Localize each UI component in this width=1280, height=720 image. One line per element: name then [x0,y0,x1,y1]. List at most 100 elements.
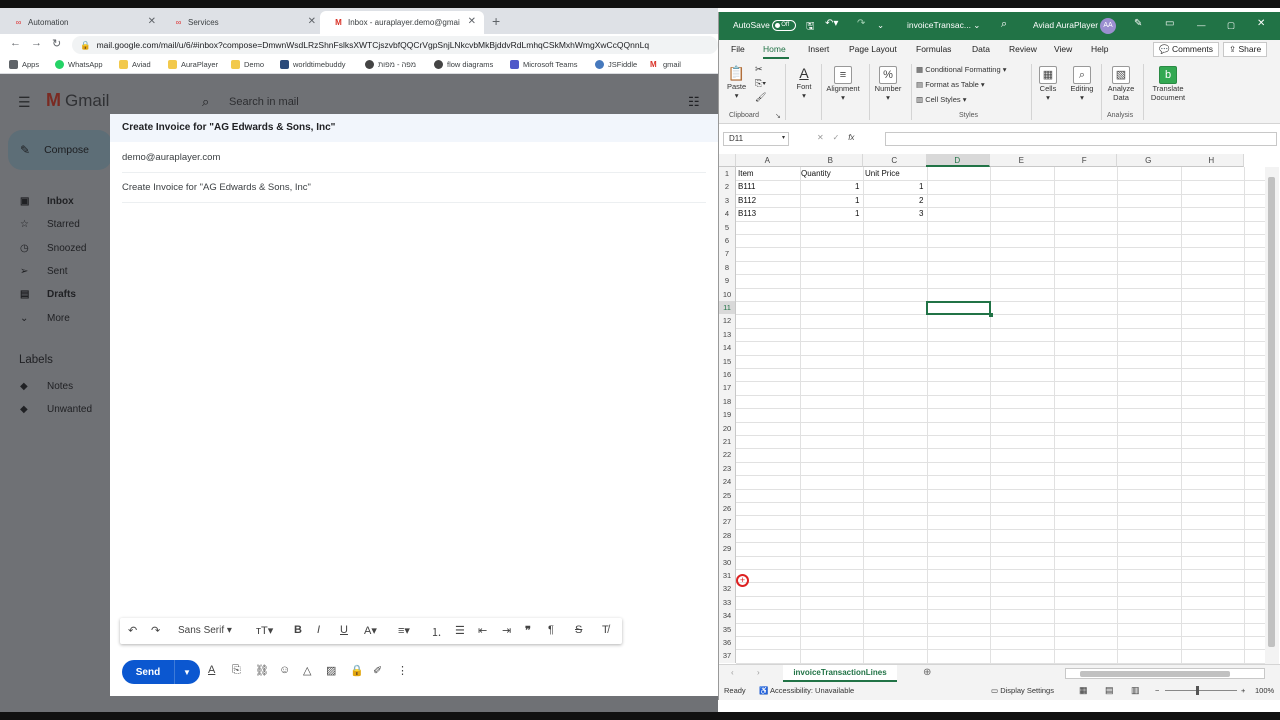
row-header-18[interactable]: 18 [719,394,736,409]
row-header-20[interactable]: 20 [719,421,736,435]
drive-icon[interactable]: △ [303,664,311,677]
search-icon[interactable]: ⌕ [1001,18,1007,31]
nav-item-more[interactable]: ⌄ More [20,313,70,324]
page-layout-view-icon[interactable]: ▤ [1105,685,1114,696]
column-header-d[interactable]: D [926,154,990,167]
row-header-24[interactable]: 24 [719,475,736,489]
scrollbar-thumb[interactable] [1080,671,1230,677]
emoji-icon[interactable]: ☺ [279,664,290,676]
sheet-tab[interactable]: invoiceTransactionLines [783,665,897,682]
indent-less-icon[interactable]: ⇤ [478,624,487,637]
tab-page-layout[interactable]: Page Layout [849,44,897,54]
autosave-control[interactable]: AutoSave Off [733,20,797,32]
formula-input[interactable] [885,132,1277,146]
new-tab-icon[interactable]: + [492,13,500,29]
close-icon[interactable]: ✕ [468,16,476,27]
search-icon[interactable]: ⌕ [202,94,209,110]
spreadsheet-grid[interactable]: A B C D E F G H 1 2 3 4 5 6 7 8 9 10 11 12 13 14 15 16 17 18 19 20 2… [719,154,1280,664]
recipients-field[interactable]: demo@auraplayer.com [122,152,220,163]
row-header-25[interactable]: 25 [719,488,736,502]
column-header-e[interactable]: E [990,154,1054,167]
row-header-28[interactable]: 28 [719,528,736,543]
file-name-dropdown[interactable]: invoiceTransac... ⌄ [907,20,980,31]
cell-b1[interactable]: Quantity [801,167,860,180]
display-settings-button[interactable]: ▭ Display Settings [991,686,1054,695]
cell-c3[interactable]: 2 [865,194,923,207]
cell-c4[interactable]: 3 [865,207,923,220]
row-header-34[interactable]: 34 [719,609,736,623]
link-icon[interactable]: ⛓ [255,664,269,677]
close-icon[interactable]: ✕ [148,16,156,27]
save-icon[interactable]: 🖫 [806,19,815,36]
row-header-6[interactable]: 6 [719,234,736,248]
bookmark-demo[interactable]: Demo [231,60,264,69]
editing-button[interactable]: ⌕ Editing ▾ [1068,64,1096,102]
scrollbar-thumb[interactable] [1268,177,1275,647]
enter-icon[interactable]: ✓ [833,133,840,142]
add-sheet-icon[interactable]: ⊕ [923,667,931,678]
tab-view[interactable]: View [1054,44,1072,54]
row-header-26[interactable]: 26 [719,502,736,516]
close-icon[interactable]: ✕ [1257,18,1265,29]
customize-toolbar-icon[interactable]: ⌄ [877,20,884,31]
minimize-icon[interactable]: — [1197,20,1206,30]
paragraph-icon[interactable]: ¶ [548,624,554,636]
row-header-35[interactable]: 35 [719,622,736,636]
row-header-17[interactable]: 17 [719,381,736,395]
confidential-lock-icon[interactable]: 🔒 [350,664,364,677]
avatar[interactable]: AA [1100,18,1116,34]
row-header-31[interactable]: 31 [719,569,736,583]
underline-icon[interactable]: U [340,624,348,636]
reload-icon[interactable]: ↻ [52,37,61,50]
nav-item-sent[interactable]: ➢ Sent [20,266,68,277]
active-cell-selection[interactable] [926,301,992,318]
back-icon[interactable]: ← [10,37,21,49]
column-header-c[interactable]: C [863,154,927,167]
gmail-logo[interactable]: M Gmail [46,90,109,111]
cell-b4[interactable]: 1 [801,207,859,220]
tab-data[interactable]: Data [972,44,990,54]
column-header-f[interactable]: F [1053,154,1117,167]
row-header-15[interactable]: 15 [719,354,736,368]
normal-view-icon[interactable]: ▦ [1079,685,1088,696]
url-bar[interactable]: 🔒 mail.google.com/mail/u/6/#inbox?compos… [72,36,718,54]
row-header-4[interactable]: 4 [719,207,736,221]
format-as-table-button[interactable]: ▤ Format as Table ▾ [916,80,985,89]
number-button[interactable]: % Number ▾ [871,64,905,102]
cell-styles-button[interactable]: ▥ Cell Styles ▾ [916,95,966,104]
horizontal-scrollbar[interactable] [1065,668,1265,679]
zoom-out-icon[interactable]: − [1155,686,1159,695]
bookmark-gmail[interactable]: Mgmail [650,60,681,69]
search-input[interactable]: Search in mail [229,96,299,108]
sheet-next-icon[interactable]: › [757,668,760,677]
close-icon[interactable]: ✕ [308,16,316,27]
row-header-22[interactable]: 22 [719,448,736,462]
bookmark-auraplayer[interactable]: AuraPlayer [168,60,218,69]
row-header-29[interactable]: 29 [719,542,736,556]
column-header-a[interactable]: A [736,154,800,167]
format-painter-icon[interactable]: 🖌 [755,92,766,103]
zoom-level[interactable]: 100% [1255,686,1274,695]
row-header-7[interactable]: 7 [719,247,736,261]
italic-icon[interactable]: I [317,624,320,636]
cell-a1[interactable]: Item [738,167,797,180]
compose-header-title[interactable]: Create Invoice for "AG Edwards & Sons, I… [110,114,718,142]
row-header-27[interactable]: 27 [719,515,736,529]
bookmark-aviad[interactable]: Aviad [119,60,151,69]
clear-formatting-icon[interactable]: T̸ [602,624,609,636]
alignment-button[interactable]: ≡ Alignment ▾ [823,64,863,102]
signature-icon[interactable]: ✐ [373,664,382,677]
translate-document-button[interactable]: b Translate Document [1147,64,1189,102]
tab-formulas[interactable]: Formulas [916,44,951,54]
font-button[interactable]: A Font ▾ [791,64,817,100]
select-all-corner[interactable] [719,154,736,167]
zoom-in-icon[interactable]: + [1241,686,1245,695]
tab-help[interactable]: Help [1091,44,1108,54]
conditional-formatting-button[interactable]: ▦ Conditional Formatting ▾ [916,65,1007,74]
nav-item-starred[interactable]: ☆ Starred [20,219,80,230]
redo-icon[interactable]: ↷ [151,624,160,637]
row-header-11[interactable]: 11 [719,301,736,315]
bookmark-whatsapp[interactable]: WhatsApp [55,60,103,69]
cell-c2[interactable]: 1 [865,180,923,193]
quote-icon[interactable]: ❞ [525,624,531,637]
